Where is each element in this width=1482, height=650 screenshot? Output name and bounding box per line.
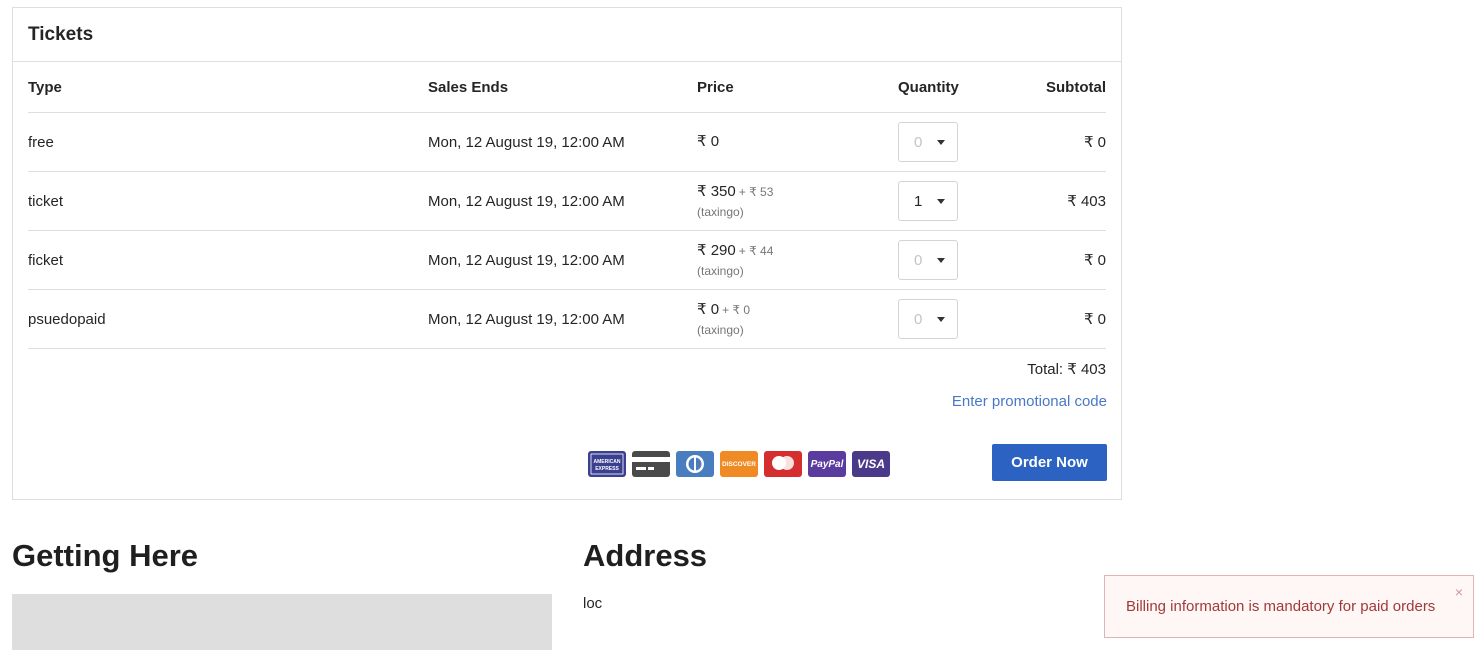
table-header-row: Type Sales Ends Price Quantity Subtotal	[28, 62, 1106, 113]
order-total: Total: ₹ 403	[1027, 361, 1106, 378]
table-row: psuedopaid Mon, 12 August 19, 12:00 AM ₹…	[28, 290, 1106, 349]
quantity-cell: 0	[898, 113, 958, 171]
price-tax: + ₹ 44	[738, 244, 774, 258]
quantity-cell: 0	[898, 231, 958, 289]
price-cell: ₹ 290 + ₹ 44 (taxingo)	[697, 231, 773, 289]
tax-note: (taxingo)	[697, 264, 744, 278]
subtotal: ₹ 0	[1083, 311, 1106, 328]
table-row: ficket Mon, 12 August 19, 12:00 AM ₹ 290…	[28, 231, 1106, 290]
tax-note: (taxingo)	[697, 323, 744, 337]
address-text: loc	[583, 595, 603, 612]
sales-ends: Mon, 12 August 19, 12:00 AM	[428, 251, 625, 269]
price-value: ₹ 0	[697, 133, 720, 150]
quantity-cell: 0	[898, 290, 958, 348]
sales-ends: Mon, 12 August 19, 12:00 AM	[428, 192, 625, 210]
svg-text:EXPRESS: EXPRESS	[595, 466, 619, 472]
chevron-down-icon	[937, 139, 945, 145]
error-toast: Billing information is mandatory for pai…	[1104, 575, 1474, 638]
ticket-type: ficket	[28, 251, 64, 269]
tickets-title: Tickets	[13, 8, 1121, 62]
chevron-down-icon	[937, 316, 945, 322]
tax-note: (taxingo)	[697, 205, 744, 219]
mastercard-icon	[764, 451, 802, 477]
sales-ends: Mon, 12 August 19, 12:00 AM	[428, 133, 625, 151]
subtotal: ₹ 0	[1083, 134, 1106, 151]
quantity-select[interactable]: 0	[898, 299, 958, 339]
quantity-select[interactable]: 1	[898, 181, 958, 221]
promo-code-link[interactable]: Enter promotional code	[952, 393, 1107, 410]
address-heading: Address	[583, 538, 708, 573]
price-cell: ₹ 350 + ₹ 53 (taxingo)	[697, 172, 773, 230]
table-row: free Mon, 12 August 19, 12:00 AM ₹ 0 0 ₹…	[28, 113, 1106, 172]
order-now-button[interactable]: Order Now	[992, 444, 1107, 481]
tickets-panel: Tickets Type Sales Ends Price Quantity S…	[12, 7, 1122, 500]
tickets-table: Type Sales Ends Price Quantity Subtotal …	[28, 62, 1106, 349]
subtotal: ₹ 0	[1083, 252, 1106, 269]
quantity-value: 0	[914, 251, 923, 269]
visa-icon: VISA	[852, 451, 890, 477]
quantity-value: 0	[914, 133, 923, 151]
ticket-type: free	[28, 133, 54, 151]
sales-ends: Mon, 12 August 19, 12:00 AM	[428, 310, 625, 328]
toast-message: Billing information is mandatory for pai…	[1126, 598, 1436, 615]
price-value: ₹ 350	[697, 183, 736, 200]
price-cell: ₹ 0 + ₹ 0 (taxingo)	[697, 290, 750, 348]
price-cell: ₹ 0	[697, 113, 722, 171]
chevron-down-icon	[937, 257, 945, 263]
paypal-icon: PayPal	[808, 451, 846, 477]
svg-text:AMERICAN: AMERICAN	[594, 459, 621, 465]
getting-here-heading: Getting Here	[12, 538, 199, 573]
quantity-value: 0	[914, 310, 923, 328]
chevron-down-icon	[937, 198, 945, 204]
column-header-subtotal: Subtotal	[1046, 78, 1106, 96]
quantity-select[interactable]: 0	[898, 240, 958, 280]
ticket-type: ticket	[28, 192, 64, 210]
column-header-type: Type	[28, 78, 62, 96]
column-header-quantity: Quantity	[898, 78, 959, 96]
discover-icon: DISCOVER	[720, 451, 758, 477]
table-row: ticket Mon, 12 August 19, 12:00 AM ₹ 350…	[28, 172, 1106, 231]
ticket-type: psuedopaid	[28, 310, 106, 328]
price-value: ₹ 0	[697, 301, 720, 318]
payment-methods: AMERICAN EXPRESS DISCOVER PayPal VISA	[588, 451, 890, 477]
credit-card-icon	[632, 451, 670, 477]
subtotal: ₹ 403	[1067, 193, 1106, 210]
diners-club-icon	[676, 451, 714, 477]
price-tax: + ₹ 53	[738, 185, 774, 199]
quantity-cell: 1	[898, 172, 958, 230]
map-placeholder	[12, 594, 552, 650]
close-icon[interactable]: ×	[1455, 584, 1463, 600]
price-value: ₹ 290	[697, 242, 736, 259]
column-header-price: Price	[697, 78, 734, 96]
quantity-value: 1	[914, 192, 923, 210]
price-tax: + ₹ 0	[722, 303, 751, 317]
quantity-select[interactable]: 0	[898, 122, 958, 162]
amex-icon: AMERICAN EXPRESS	[588, 451, 626, 477]
column-header-sales-ends: Sales Ends	[428, 78, 509, 96]
